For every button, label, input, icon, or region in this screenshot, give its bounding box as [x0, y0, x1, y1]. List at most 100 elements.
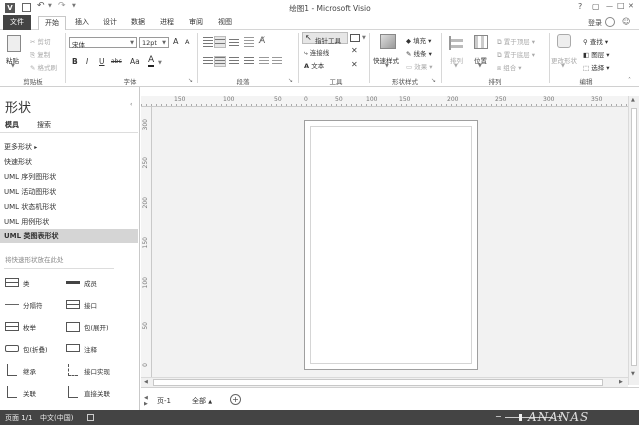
- signin-link[interactable]: 登录: [588, 18, 602, 28]
- fill-button[interactable]: ◆ 填充 ▾: [406, 35, 431, 45]
- more-shapes-link[interactable]: 更多形状 ▸: [4, 142, 37, 152]
- position-icon[interactable]: [474, 35, 488, 49]
- line-button[interactable]: ✎ 线条 ▾: [406, 48, 432, 58]
- vertical-scrollbar[interactable]: ▲ ▼: [628, 96, 639, 385]
- paste-icon[interactable]: [7, 35, 21, 52]
- tab-file[interactable]: 文件: [3, 15, 31, 30]
- quick-styles-dropdown-icon[interactable]: ▼: [385, 63, 389, 69]
- paragraph-dialog-launcher-icon[interactable]: ↘: [288, 77, 293, 84]
- font-dialog-launcher-icon[interactable]: ↘: [188, 77, 193, 84]
- scroll-thumb-horizontal[interactable]: [153, 379, 603, 386]
- align-left-icon[interactable]: [203, 57, 213, 66]
- redo-icon[interactable]: ↷: [58, 1, 66, 11]
- ribbon-options-button[interactable]: ▢: [592, 2, 600, 11]
- copy-button[interactable]: ⎘ 复制: [30, 49, 50, 60]
- stencil-uml-sequence[interactable]: UML 序列图形状: [4, 172, 56, 182]
- find-button[interactable]: ⚲ 查找 ▾: [583, 36, 608, 46]
- justify-icon[interactable]: [244, 57, 254, 66]
- undo-icon[interactable]: ↶: [37, 1, 45, 11]
- grow-font-button[interactable]: A: [173, 37, 178, 46]
- align-right-icon[interactable]: [229, 57, 239, 66]
- group-button[interactable]: ⧈ 组合 ▾: [497, 62, 522, 73]
- align-dropdown-icon[interactable]: ▼: [454, 63, 458, 69]
- zoom-out-icon[interactable]: −: [495, 412, 502, 421]
- font-color-dropdown-icon[interactable]: ▼: [158, 60, 162, 66]
- font-name-select[interactable]: 宋体 ▼: [69, 37, 137, 49]
- font-color-button[interactable]: A: [148, 55, 155, 67]
- select-button[interactable]: ⬚ 选择 ▾: [583, 62, 610, 72]
- text-tool-button[interactable]: A 文本: [304, 60, 324, 70]
- insert-page-icon[interactable]: +: [230, 394, 241, 405]
- page-nav-right-icon[interactable]: ▶: [144, 401, 148, 407]
- scroll-thumb-vertical[interactable]: [631, 108, 637, 366]
- bold-button[interactable]: B: [72, 57, 78, 66]
- rectangle-icon[interactable]: [350, 34, 360, 42]
- rectangle-dropdown-icon[interactable]: ▼: [362, 35, 366, 41]
- maximize-button[interactable]: □: [617, 1, 625, 10]
- close-button[interactable]: ✕: [628, 2, 634, 10]
- scroll-down-icon[interactable]: ▼: [631, 371, 635, 377]
- position-dropdown-icon[interactable]: ▼: [478, 63, 482, 69]
- tab-page-1[interactable]: 页-1: [157, 396, 171, 406]
- change-shape-dropdown-icon[interactable]: ▼: [561, 63, 565, 69]
- scroll-left-icon[interactable]: ◀: [144, 379, 148, 385]
- customize-qat-icon[interactable]: ▼: [72, 3, 76, 9]
- status-language[interactable]: 中文(中国): [40, 413, 73, 423]
- save-icon[interactable]: [22, 3, 31, 12]
- align-shapes-icon[interactable]: [449, 36, 463, 50]
- stencil-quick-shapes[interactable]: 快速形状: [4, 157, 32, 167]
- format-painter-button[interactable]: ✎ 格式刷: [30, 62, 57, 72]
- status-page-number[interactable]: 页面 1/1: [5, 413, 33, 423]
- all-pages-button[interactable]: 全部 ▲: [192, 396, 212, 406]
- horizontal-scrollbar[interactable]: ◀ ▶: [141, 377, 628, 387]
- bring-to-front-button[interactable]: ⧉ 置于顶层 ▾: [497, 36, 535, 47]
- tab-search[interactable]: 搜索: [37, 120, 51, 130]
- bullets-icon[interactable]: [244, 37, 254, 47]
- pointer-tool-button[interactable]: ↖ 指针工具: [302, 32, 348, 45]
- tab-insert[interactable]: 插入: [70, 16, 94, 29]
- undo-dropdown-icon[interactable]: ▼: [48, 3, 52, 9]
- shape-style-dialog-launcher-icon[interactable]: ↘: [431, 77, 436, 84]
- stencil-uml-usecase[interactable]: UML 用例形状: [4, 217, 49, 227]
- cut-button[interactable]: ✂ 剪切: [30, 36, 51, 46]
- zoom-slider-thumb[interactable]: [519, 414, 522, 421]
- layers-button[interactable]: ◧ 图层 ▾: [583, 49, 610, 59]
- underline-button[interactable]: U: [99, 57, 105, 66]
- macro-record-icon[interactable]: [87, 414, 94, 421]
- change-case-button[interactable]: Aa: [130, 57, 140, 66]
- effects-button[interactable]: ▭ 效果 ▾: [406, 61, 433, 71]
- align-bottom-icon[interactable]: [229, 37, 239, 47]
- tab-stencils[interactable]: 模具: [5, 120, 19, 130]
- tab-process[interactable]: 进程: [155, 16, 179, 29]
- tab-data[interactable]: 数据: [126, 16, 150, 29]
- user-icon[interactable]: [605, 17, 615, 27]
- close-tool-icon[interactable]: ✕: [351, 46, 358, 55]
- stencil-uml-activity[interactable]: UML 活动图形状: [4, 187, 56, 197]
- tab-review[interactable]: 审阅: [184, 16, 208, 29]
- scroll-right-icon[interactable]: ▶: [619, 379, 623, 385]
- smiley-icon[interactable]: ☺: [622, 17, 630, 26]
- tab-home[interactable]: 开始: [38, 16, 66, 31]
- minimize-button[interactable]: —: [606, 2, 613, 10]
- align-center-icon[interactable]: [214, 56, 226, 67]
- stencil-uml-state[interactable]: UML 状态机形状: [4, 202, 56, 212]
- tab-design[interactable]: 设计: [98, 16, 122, 29]
- collapse-ribbon-icon[interactable]: ˄: [628, 77, 631, 84]
- connector-button[interactable]: ⤷ 连接线: [304, 47, 329, 58]
- quick-styles-icon[interactable]: [380, 34, 396, 49]
- send-to-back-button[interactable]: ⧉ 置于底层 ▾: [497, 49, 535, 60]
- align-middle-icon[interactable]: [214, 36, 226, 48]
- increase-indent-icon[interactable]: [272, 57, 282, 66]
- help-button[interactable]: ?: [578, 2, 582, 11]
- tab-view[interactable]: 视图: [213, 16, 237, 29]
- collapse-pane-icon[interactable]: ‹: [130, 101, 132, 108]
- connection-point-icon[interactable]: ✕: [351, 60, 358, 69]
- decrease-indent-icon[interactable]: [259, 57, 269, 66]
- strikethrough-button[interactable]: abc: [111, 58, 122, 65]
- scroll-up-icon[interactable]: ▲: [631, 97, 635, 103]
- stencil-uml-class[interactable]: UML 类图表形状: [0, 229, 138, 243]
- shrink-font-button[interactable]: A: [185, 38, 189, 46]
- text-direction-icon[interactable]: A̸: [259, 36, 265, 46]
- italic-button[interactable]: I: [86, 57, 88, 66]
- change-shape-icon[interactable]: [557, 34, 571, 48]
